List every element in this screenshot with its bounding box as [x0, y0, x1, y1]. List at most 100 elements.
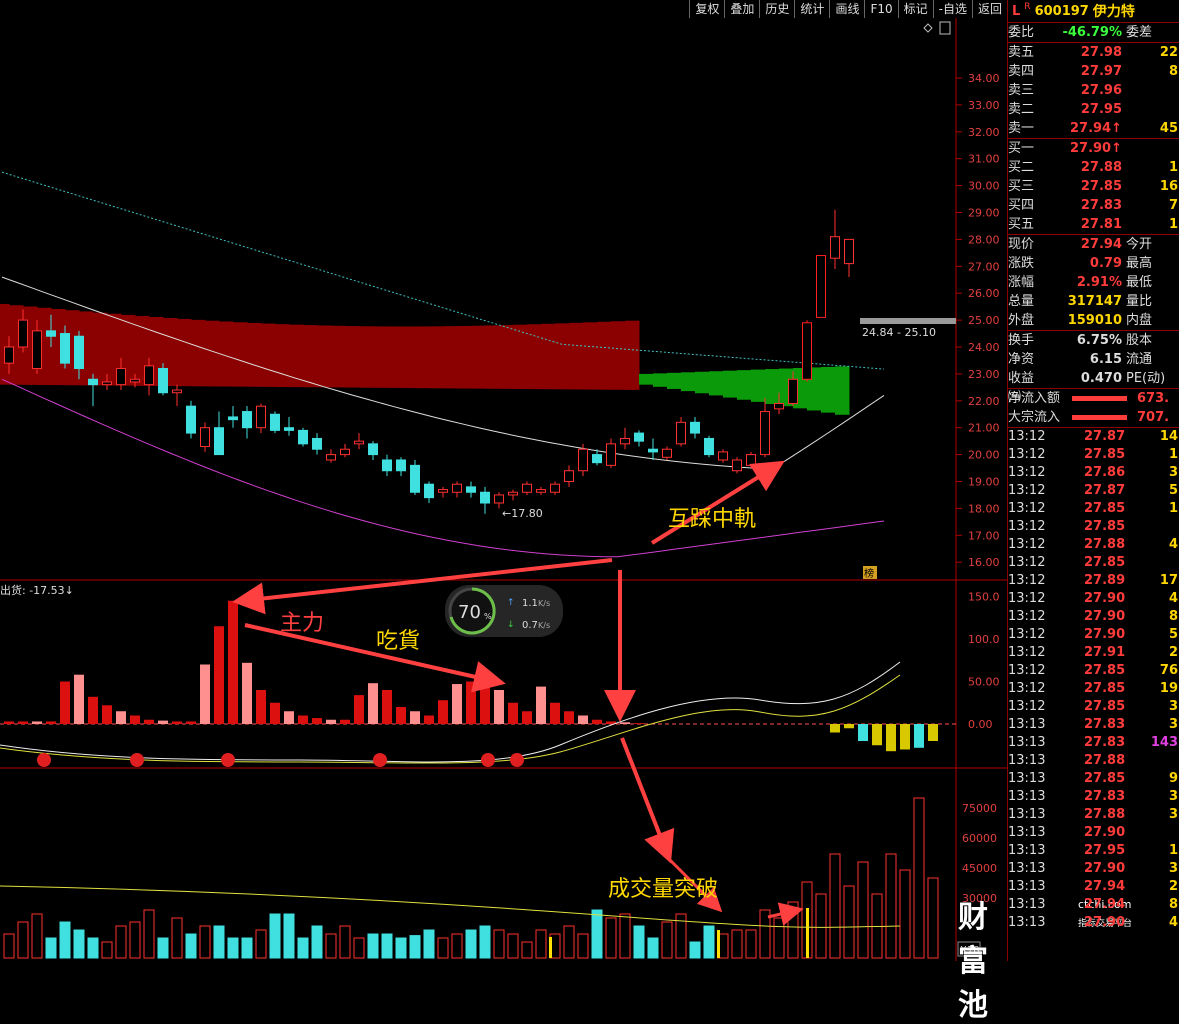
- tick-price: 27.91: [1084, 645, 1126, 660]
- cloud-segment: [625, 320, 640, 390]
- cloud-segment: [191, 319, 206, 387]
- volume-highlight: [549, 937, 552, 958]
- toolbar-btn-adjust[interactable]: 复权: [689, 0, 725, 18]
- toolbar-btn-watchlist[interactable]: -自选: [932, 0, 972, 18]
- tick-price: 27.89: [1084, 573, 1126, 588]
- share-stat-0-label2: 股本: [1126, 333, 1153, 348]
- tick-row: 13:12 27.85 19: [1008, 680, 1179, 698]
- stat-2-label: 涨幅: [1008, 275, 1035, 290]
- kline-chart-area[interactable]: 34.00 33.00 32.00 31.00 30.00 29.00 28.00 27.00…: [0, 0, 1132, 1023]
- cloud-segment: [359, 326, 374, 388]
- tick-time: 13:13: [1008, 879, 1046, 894]
- toolbar-btn-stats[interactable]: 统计: [794, 0, 830, 18]
- chart-canvas[interactable]: 34.00 33.00 32.00 31.00 30.00 29.00 28.00 27.00…: [0, 0, 1007, 961]
- quote-panel: L R 600197 伊力特 委比 -46.79% 委差 卖五 27.98 22 卖四…: [1007, 0, 1179, 961]
- toolbar-btn-mark[interactable]: 标记: [897, 0, 933, 18]
- cloud-segment: [667, 372, 682, 389]
- share-stat-1-label: 净资: [1008, 352, 1035, 367]
- candle-body: [396, 459, 406, 472]
- weibi-row: 委比 -46.79% 委差: [1008, 23, 1179, 42]
- tick-time: 13:12: [1008, 663, 1046, 678]
- price-tick-label: 26.00: [968, 287, 1000, 300]
- volume-bar: [143, 909, 155, 959]
- toolbar-btn-f10[interactable]: F10: [864, 0, 898, 18]
- share-stat-0-row: 换手 6.75% 股本: [1008, 331, 1179, 350]
- ask-level-3-value: 27.96: [1080, 83, 1122, 98]
- volume-bar: [591, 909, 603, 959]
- tick-volume: 2: [1168, 645, 1178, 660]
- candle-body: [494, 494, 504, 504]
- share-stat-2-row: 收益㈢ 0.470 PE(动): [1008, 369, 1179, 405]
- ask-level-3-label: 卖三: [1008, 83, 1035, 98]
- toolbar-btn-history[interactable]: 历史: [759, 0, 795, 18]
- tick-time: 13:12: [1008, 447, 1046, 462]
- bid-level-2-label: 买二: [1008, 160, 1035, 175]
- bid-level-5-value: 27.81: [1080, 217, 1122, 232]
- cloud-segment: [681, 372, 696, 392]
- toolbar-btn-overlay[interactable]: 叠加: [724, 0, 760, 18]
- stat-0-value: 27.94: [1080, 237, 1122, 252]
- window-icon[interactable]: [939, 21, 951, 35]
- tick-volume: 8: [1168, 609, 1178, 624]
- signal-dot: [373, 753, 387, 767]
- cloud-segment: [653, 373, 668, 387]
- volume-bar: [885, 853, 897, 959]
- osc-bar: [410, 711, 420, 724]
- candle-body: [116, 368, 126, 386]
- price-tick-label: 31.00: [968, 153, 1000, 166]
- stock-header[interactable]: L R 600197 伊力特: [1008, 0, 1179, 23]
- tick-price: 27.85: [1084, 699, 1126, 714]
- tick-row: 13:12 27.87 14: [1008, 428, 1179, 446]
- stat-1-label2: 最高: [1126, 256, 1153, 271]
- ask-level-2-value: 27.95: [1080, 102, 1122, 117]
- volume-bar: [73, 929, 85, 959]
- watermark: 财富池 ctchi.com 指标交易平台: [958, 892, 1132, 1024]
- price-tick-label: 18.00: [968, 502, 1000, 515]
- signal-dot: [481, 753, 495, 767]
- cloud-segment: [317, 325, 332, 388]
- speed-gauge: 70 % ↑ 1.1 K/s ↓ 0.7 K/s: [445, 585, 563, 637]
- cloud-segment: [443, 326, 458, 389]
- toolbar-btn-back[interactable]: 返回: [971, 0, 1007, 18]
- tick-time: 13:13: [1008, 789, 1046, 804]
- bid-level-3-label: 买三: [1008, 179, 1035, 194]
- stat-0-label: 现价: [1008, 237, 1035, 252]
- candle-body: [88, 378, 98, 386]
- bid-level-1-row: 买一 27.90↑: [1008, 139, 1179, 158]
- volume-bar: [899, 869, 911, 959]
- osc-bar: [102, 705, 112, 724]
- osc-tick-label: 100.0: [968, 633, 1000, 646]
- tick-row: 13:13 27.85 9: [1008, 770, 1179, 788]
- toolbar-btn-draw[interactable]: 画线: [829, 0, 865, 18]
- tick-volume: 3: [1168, 717, 1178, 732]
- stock-flag: L: [1012, 3, 1021, 19]
- flow-label: 净流入额: [1008, 391, 1061, 406]
- range-tag: 24.84 - 25.10: [862, 326, 936, 339]
- volume-bar: [17, 921, 29, 959]
- share-stat-0-label: 换手: [1008, 333, 1035, 348]
- tick-price: 27.90: [1084, 825, 1126, 840]
- flow-label: 大宗流入: [1008, 410, 1061, 425]
- weibi-value: -46.79%: [1062, 25, 1122, 40]
- tick-volume: 4: [1168, 537, 1178, 552]
- tick-row: 13:13 27.94 8: [1008, 896, 1179, 914]
- bid-level-3-value: 27.85: [1080, 179, 1122, 194]
- osc-bar: [844, 724, 854, 729]
- diamond-icon[interactable]: [923, 23, 933, 33]
- tick-time: 13:13: [1008, 753, 1046, 768]
- tick-price: 27.86: [1084, 465, 1126, 480]
- tick-row: 13:13 27.83 3: [1008, 716, 1179, 734]
- candle-body: [312, 437, 322, 450]
- cloud-segment: [345, 326, 360, 388]
- osc-bar: [144, 719, 154, 724]
- stat-0-label2: 今开: [1126, 237, 1153, 252]
- tick-row: 13:12 27.87 5: [1008, 482, 1179, 500]
- bid-level-2-volume: 1: [1168, 160, 1178, 175]
- ask-level-1-label: 卖一: [1008, 121, 1035, 136]
- volume-bar: [479, 925, 491, 959]
- osc-bar: [270, 702, 280, 724]
- candle-body: [46, 330, 56, 337]
- stat-4-label2: 内盘: [1126, 313, 1153, 328]
- tick-row: 13:12 27.88 4: [1008, 536, 1179, 554]
- tick-price: 27.87: [1084, 429, 1126, 444]
